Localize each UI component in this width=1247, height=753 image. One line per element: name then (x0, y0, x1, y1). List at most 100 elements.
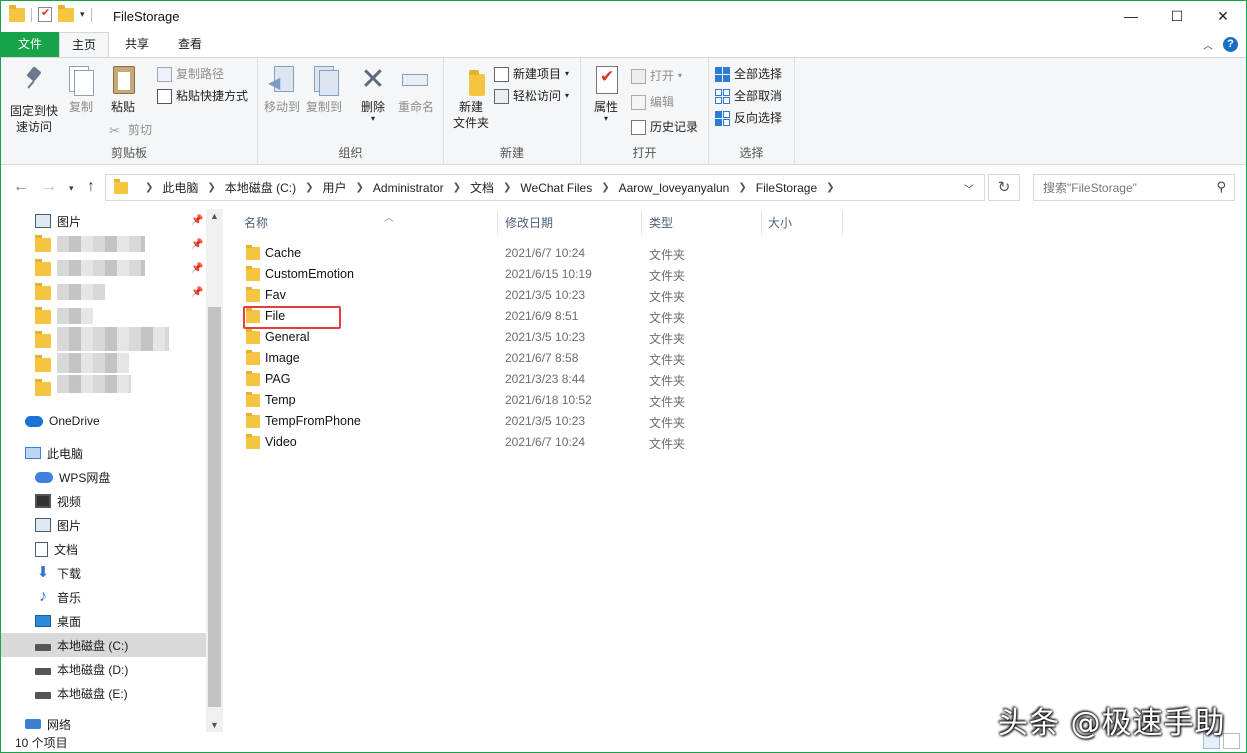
refresh-button[interactable]: ↻ (988, 174, 1020, 201)
chevron-right-icon[interactable]: ❯ (207, 182, 215, 193)
file-row[interactable]: Fav 2021/3/5 10:23 文件夹 (241, 285, 841, 306)
folder-icon (246, 371, 260, 386)
properties-dropdown-icon[interactable]: ▾ (587, 115, 625, 123)
invert-selection-button[interactable]: 反向选择 (715, 108, 782, 128)
collapse-ribbon-icon[interactable]: ︿ (1203, 37, 1213, 52)
tab-file[interactable]: 文件 (1, 32, 59, 57)
nav-item-wps[interactable]: WPS网盘 (1, 465, 206, 489)
new-folder-button[interactable]: 新建 文件夹 (448, 64, 494, 131)
edit-button[interactable]: 编辑 (631, 92, 674, 112)
chevron-right-icon[interactable]: ❯ (356, 182, 364, 193)
open-button[interactable]: 打开 ▾ (631, 66, 682, 86)
search-input[interactable]: 搜索"FileStorage" ⚲ (1033, 174, 1235, 201)
column-divider[interactable] (497, 211, 498, 235)
nav-scrollbar[interactable]: ▲ ▼ (206, 209, 223, 732)
nav-item-pictures[interactable]: 图片 (1, 513, 206, 537)
cut-button[interactable]: ✂ 剪切 (109, 120, 152, 140)
breadcrumb-filestorage[interactable]: FileStorage (756, 181, 817, 195)
forward-arrow-icon[interactable]: → (41, 178, 57, 196)
column-header-modified[interactable]: 修改日期 (505, 209, 641, 237)
delete-dropdown-icon[interactable]: ▾ (356, 115, 390, 123)
column-header-size[interactable]: 大小 (768, 209, 842, 237)
nav-item-desktop[interactable]: 桌面 (1, 609, 206, 633)
file-row[interactable]: Image 2021/6/7 8:58 文件夹 (241, 348, 841, 369)
new-item-button[interactable]: 新建项目 ▾ (494, 64, 569, 84)
scrollbar-thumb[interactable] (208, 307, 221, 707)
file-row[interactable]: General 2021/3/5 10:23 文件夹 (241, 327, 841, 348)
properties-button[interactable]: 属性 ▾ (587, 64, 625, 123)
chevron-right-icon[interactable]: ❯ (738, 182, 746, 193)
nav-item-videos[interactable]: 视频 (1, 489, 206, 513)
column-divider[interactable] (761, 211, 762, 235)
nav-item-downloads[interactable]: ⬇ 下载 (1, 561, 206, 585)
minimize-button[interactable]: — (1108, 1, 1154, 31)
column-divider[interactable] (842, 211, 843, 235)
history-button[interactable]: 历史记录 (631, 117, 698, 137)
cloud-icon (25, 415, 43, 427)
column-divider[interactable] (641, 211, 642, 235)
tab-home[interactable]: 主页 (59, 32, 109, 58)
nav-item-this-pc[interactable]: 此电脑 (1, 441, 206, 465)
file-row[interactable]: Cache 2021/6/7 10:24 文件夹 (241, 243, 841, 264)
breadcrumb-account[interactable]: Aarow_loveyanyalun (619, 181, 730, 195)
nav-item-drive-e[interactable]: 本地磁盘 (E:) (1, 681, 206, 705)
nav-item-music[interactable]: ♪ 音乐 (1, 585, 206, 609)
tab-view[interactable]: 查看 (165, 32, 215, 57)
move-to-button[interactable]: ◀ 移动到 (262, 64, 302, 115)
paste-shortcut-button[interactable]: 粘贴快捷方式 (157, 86, 248, 106)
scroll-up-icon[interactable]: ▲ (210, 211, 219, 221)
easy-access-button[interactable]: 轻松访问 ▾ (494, 86, 569, 106)
up-arrow-icon[interactable]: ↑ (87, 178, 95, 196)
chevron-right-icon[interactable]: ❯ (453, 182, 461, 193)
breadcrumb-administrator[interactable]: Administrator (373, 181, 444, 195)
customize-toolbar-icon[interactable]: ▾ (80, 9, 85, 20)
chevron-right-icon[interactable]: ❯ (826, 182, 834, 193)
tab-share[interactable]: 共享 (113, 32, 161, 57)
select-all-button[interactable]: 全部选择 (715, 64, 782, 84)
copy-button[interactable]: 复制 (63, 64, 99, 115)
close-button[interactable]: ✕ (1200, 1, 1246, 31)
breadcrumb-users[interactable]: 用户 (323, 179, 347, 196)
chevron-right-icon[interactable]: ❯ (305, 182, 313, 193)
scroll-down-icon[interactable]: ▼ (210, 720, 219, 730)
breadcrumb-documents[interactable]: 文档 (470, 179, 494, 196)
file-row[interactable]: TempFromPhone 2021/3/5 10:23 文件夹 (241, 411, 841, 432)
back-arrow-icon[interactable]: ← (13, 178, 29, 196)
chevron-down-icon[interactable]: ﹀ (964, 181, 974, 196)
nav-item-drive-d[interactable]: 本地磁盘 (D:) (1, 657, 206, 681)
file-row[interactable]: Temp 2021/6/18 10:52 文件夹 (241, 390, 841, 411)
nav-item-pictures-quick[interactable]: 图片 (1, 209, 206, 233)
nav-item-drive-c[interactable]: 本地磁盘 (C:) (1, 633, 206, 657)
chevron-right-icon[interactable]: ❯ (145, 182, 153, 193)
recent-locations-icon[interactable]: ▾ (69, 183, 74, 194)
pin-quick-access-button[interactable]: 固定到快 速访问 (7, 64, 61, 135)
help-icon[interactable]: ? (1223, 37, 1238, 52)
open-label: 打开 (650, 69, 675, 83)
select-none-button[interactable]: 全部取消 (715, 86, 782, 106)
new-folder-icon[interactable] (58, 4, 74, 22)
breadcrumb-wechat-files[interactable]: WeChat Files (520, 181, 592, 195)
nav-item-onedrive[interactable]: OneDrive (1, 409, 206, 433)
select-group-label: 选择 (739, 146, 764, 160)
file-row[interactable]: Video 2021/6/7 10:24 文件夹 (241, 432, 841, 453)
breadcrumb-this-pc[interactable]: 此电脑 (162, 179, 198, 196)
search-icon[interactable]: ⚲ (1216, 179, 1226, 195)
copy-to-button[interactable]: 复制到 (304, 64, 344, 115)
copy-path-button[interactable]: 复制路径 (157, 64, 224, 84)
file-row[interactable]: PAG 2021/3/23 8:44 文件夹 (241, 369, 841, 390)
properties-icon[interactable] (38, 6, 52, 22)
column-header-type[interactable]: 类型 (649, 209, 759, 237)
rename-button[interactable]: 重命名 (394, 64, 438, 115)
nav-item-documents[interactable]: 文档 (1, 537, 206, 561)
file-row[interactable]: CustomEmotion 2021/6/15 10:19 文件夹 (241, 264, 841, 285)
nav-item-blurred-4[interactable] (1, 305, 206, 329)
column-header-name[interactable]: 名称 ︿ (244, 209, 498, 237)
address-bar[interactable]: ❯ 此电脑 ❯ 本地磁盘 (C:) ❯ 用户 ❯ Administrator ❯… (105, 174, 985, 201)
sort-ascending-icon: ︿ (384, 213, 394, 224)
maximize-button[interactable]: ☐ (1154, 1, 1200, 31)
chevron-right-icon[interactable]: ❯ (601, 182, 609, 193)
breadcrumb-drive-c[interactable]: 本地磁盘 (C:) (225, 179, 296, 196)
chevron-right-icon[interactable]: ❯ (503, 182, 511, 193)
paste-button[interactable]: 粘贴 (104, 64, 142, 115)
delete-button[interactable]: ✕ 删除 ▾ (356, 64, 390, 123)
